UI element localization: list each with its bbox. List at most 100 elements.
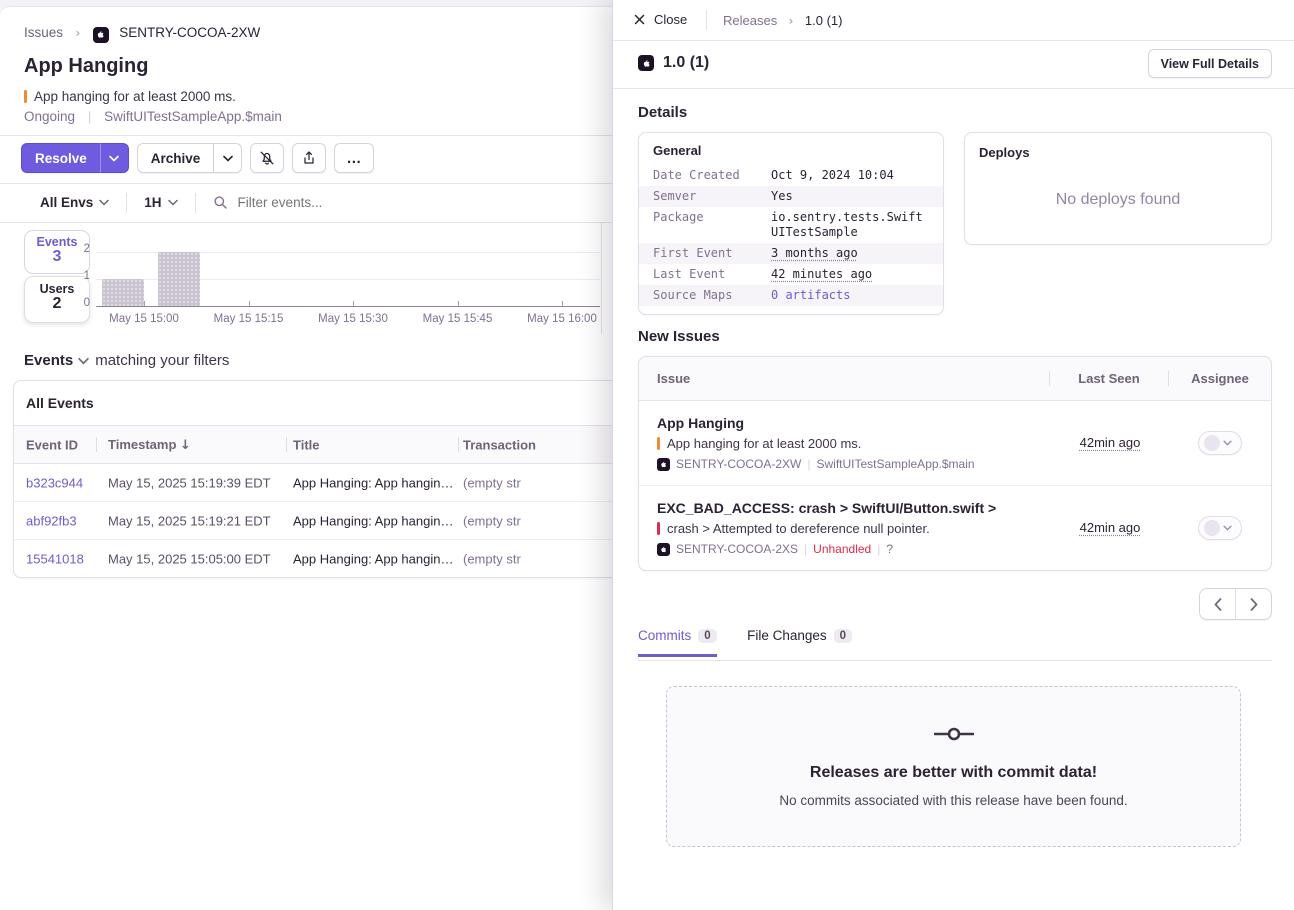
issue-row-culprit: SwiftUITestSampleApp.$main [816, 457, 974, 471]
general-card: General Date Created Oct 9, 2024 10:04 S… [638, 132, 944, 315]
details-heading: Details [638, 104, 687, 121]
release-version-title: 1.0 (1) [663, 54, 709, 72]
event-title: App Hanging: App hangin… [293, 475, 453, 490]
tab-file-changes[interactable]: File Changes0 [747, 628, 852, 654]
meta-divider: | [807, 457, 810, 471]
new-issues-card: Issue Last Seen Assignee App Hanging App… [638, 356, 1272, 571]
issue-row[interactable]: EXC_BAD_ACCESS: crash > SwiftUI/Button.s… [639, 486, 1271, 570]
new-issues-heading: New Issues [638, 328, 720, 345]
x-axis-label: May 15 15:00 [109, 313, 179, 325]
general-row: Date Created Oct 9, 2024 10:04 [639, 165, 943, 186]
issue-row-project: SENTRY-COCOA-2XS [676, 542, 798, 556]
issue-last-seen[interactable]: 42min ago [1080, 520, 1141, 535]
general-card-title: General [639, 143, 943, 165]
handled-unknown-tag: ? [886, 542, 893, 556]
close-icon [634, 14, 645, 25]
source-maps-link[interactable]: 0 artifacts [771, 288, 929, 303]
unassigned-avatar [1204, 435, 1220, 451]
breadcrumb-releases-link[interactable]: Releases [723, 13, 777, 28]
column-header-title[interactable]: Title [293, 437, 320, 452]
chevron-right-icon [1250, 598, 1258, 611]
previous-page-button[interactable] [1200, 589, 1236, 619]
column-divider [286, 437, 287, 452]
chevron-left-icon [1214, 598, 1222, 611]
x-axis-label: May 15 15:30 [318, 313, 388, 325]
y-axis-label: 1 [62, 270, 90, 282]
topbar-divider [706, 10, 707, 30]
x-axis-label: May 15 16:00 [527, 313, 597, 325]
column-header-assignee: Assignee [1169, 371, 1271, 386]
issue-row-project: SENTRY-COCOA-2XW [676, 457, 801, 471]
issue-row-title[interactable]: EXC_BAD_ACCESS: crash > SwiftUI/Button.s… [657, 500, 1043, 516]
x-axis-label: May 15 15:15 [214, 313, 284, 325]
chevron-down-icon [78, 357, 89, 365]
event-transaction: (empty str [463, 551, 521, 566]
chart-x-axis [96, 306, 600, 307]
deploys-empty-text: No deploys found [965, 191, 1271, 209]
chevron-down-icon [1223, 440, 1232, 446]
apple-platform-icon [657, 458, 670, 471]
issue-row[interactable]: App Hanging App hanging for at least 200… [639, 401, 1271, 486]
issue-row-message: crash > Attempted to dereference null po… [667, 521, 930, 536]
unassigned-avatar [1204, 520, 1220, 536]
sort-descending-icon: ↓ [180, 438, 191, 453]
column-header-event-id[interactable]: Event ID [26, 437, 78, 452]
tabs-baseline [638, 660, 1272, 661]
semver-value: Yes [771, 189, 929, 204]
last-event-value[interactable]: 42 minutes ago [771, 267, 929, 282]
commits-empty-state: Releases are better with commit data! No… [666, 686, 1241, 847]
meta-divider: | [804, 542, 807, 556]
x-axis-tick [249, 301, 250, 306]
event-id-link[interactable]: b323c944 [26, 475, 83, 490]
x-axis-tick [353, 301, 354, 306]
issue-last-seen[interactable]: 42min ago [1080, 435, 1141, 450]
release-drawer: Close Releases › 1.0 (1) 1.0 (1) View Fu… [612, 0, 1294, 910]
column-header-transaction[interactable]: Transaction [463, 437, 536, 452]
apple-platform-icon [638, 55, 654, 71]
commit-icon [934, 725, 974, 743]
deploys-card-title: Deploys [965, 133, 1271, 160]
first-event-value[interactable]: 3 months ago [771, 246, 929, 261]
commits-empty-body: No commits associated with this release … [667, 793, 1240, 808]
tab-commits[interactable]: Commits0 [638, 628, 717, 657]
issue-row-title[interactable]: App Hanging [657, 415, 1043, 431]
file-changes-count-badge: 0 [834, 629, 852, 643]
package-value: io.sentry.tests.SwiftUITestSample [771, 210, 929, 240]
event-title: App Hanging: App hangin… [293, 551, 453, 566]
error-level-indicator [657, 522, 660, 535]
event-timestamp: May 15, 2025 15:05:00 EDT [108, 551, 271, 566]
issues-table-header: Issue Last Seen Assignee [639, 357, 1271, 401]
event-timestamp: May 15, 2025 15:19:21 EDT [108, 513, 271, 528]
x-axis-tick [458, 301, 459, 306]
general-row: Last Event 42 minutes ago [639, 264, 943, 285]
column-header-issue: Issue [639, 371, 1049, 386]
y-axis-label: 2 [62, 243, 90, 255]
event-id-link[interactable]: 15541018 [26, 551, 84, 566]
assignee-dropdown[interactable] [1198, 431, 1242, 455]
close-drawer-button[interactable]: Close [634, 12, 687, 27]
unhandled-tag: Unhandled [813, 542, 871, 556]
column-header-last-seen: Last Seen [1050, 371, 1168, 386]
release-tabs: Commits0 File Changes0 [638, 627, 1272, 657]
general-row: Semver Yes [639, 186, 943, 207]
event-id-link[interactable]: abf92fb3 [26, 513, 77, 528]
column-header-timestamp[interactable]: Timestamp ↓ [108, 437, 191, 453]
breadcrumb-release-current: 1.0 (1) [805, 13, 843, 28]
x-axis-tick [562, 301, 563, 306]
assignee-dropdown[interactable] [1198, 516, 1242, 540]
deploys-card: Deploys No deploys found [964, 132, 1272, 245]
events-dataset-selector[interactable]: Events [24, 352, 89, 369]
view-full-details-button[interactable]: View Full Details [1148, 49, 1272, 78]
next-page-button[interactable] [1236, 589, 1271, 619]
events-section-subtitle: matching your filters [95, 352, 229, 369]
drawer-top-bar: Close Releases › 1.0 (1) [613, 0, 1294, 41]
chart-bar [102, 279, 144, 306]
commits-empty-title: Releases are better with commit data! [667, 764, 1240, 782]
event-transaction: (empty str [463, 513, 521, 528]
column-divider [96, 437, 97, 452]
column-divider [458, 437, 459, 452]
drawer-breadcrumb: Releases › 1.0 (1) [723, 12, 843, 30]
events-section-header: Events matching your filters [24, 352, 229, 369]
issue-row-message: App hanging for at least 2000 ms. [667, 436, 861, 451]
chevron-down-icon [1223, 525, 1232, 531]
